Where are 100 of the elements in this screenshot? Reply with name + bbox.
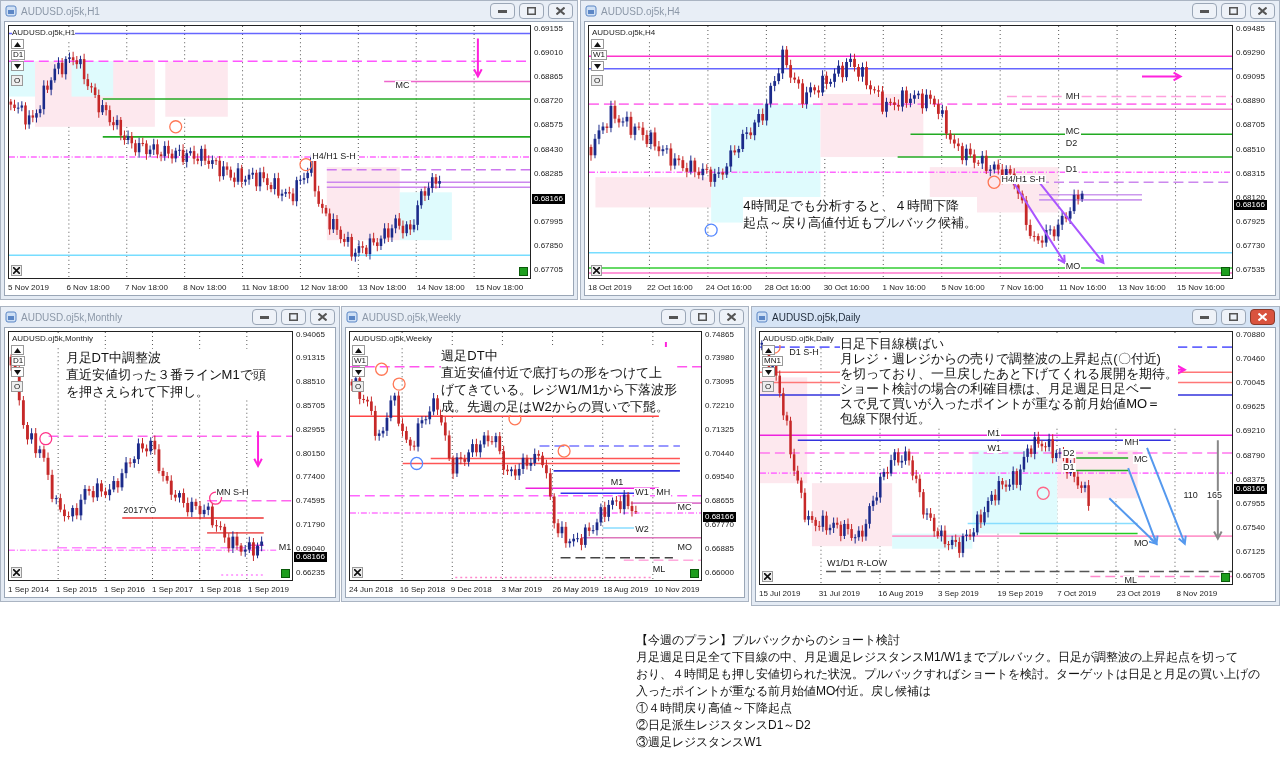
maximize-button[interactable] <box>690 309 715 325</box>
scroll-up-button[interactable] <box>11 39 24 49</box>
time-axis-label: 15 Jul 2019 <box>758 588 802 600</box>
minimize-button[interactable] <box>490 3 515 19</box>
plan-paragraph: 月足週足日足全て下目線の中、月足週足レジスタンスM1/W1までプルバック。日足が調整波の上昇起点を切って おり、４時間足も押し安値切られた状況。プルバックすればショートを検討。ターゲットは日足と月足の買い上げの 入ったポイントが重なる前月始値MO付近。戻し候補は <box>636 649 1260 700</box>
timeframe-button[interactable]: D1 <box>11 356 26 366</box>
triangle-down-icon <box>355 369 362 375</box>
minimize-icon <box>260 315 269 319</box>
status-indicator <box>1221 573 1230 582</box>
maximize-button[interactable] <box>281 309 306 325</box>
triangle-up-icon <box>765 347 772 353</box>
timeframe-button[interactable]: W1 <box>352 356 368 366</box>
close-chart-button[interactable] <box>352 567 363 578</box>
time-axis-label: 12 Nov 18:00 <box>299 282 349 294</box>
scroll-down-button[interactable] <box>591 61 604 71</box>
time-axis-label: 1 Sep 2016 <box>103 584 146 596</box>
circle-marker <box>987 175 1001 189</box>
time-axis-label: 19 Sep 2019 <box>996 588 1044 600</box>
maximize-icon <box>698 313 707 321</box>
scroll-down-button[interactable] <box>762 367 775 377</box>
line-label: MC <box>676 503 693 513</box>
shaded-zone <box>165 61 228 117</box>
scroll-up-button[interactable] <box>352 345 365 355</box>
close-chart-button[interactable] <box>762 571 773 582</box>
timeframe-button[interactable]: MN1 <box>762 356 783 366</box>
price-axis-label: 0.67730 <box>1236 242 1265 251</box>
maximize-button[interactable] <box>1221 309 1246 325</box>
time-axis-label: 24 Jun 2018 <box>348 584 395 596</box>
minimize-button[interactable] <box>661 309 686 325</box>
close-chart-button[interactable] <box>11 265 22 276</box>
price-axis-label: 0.66885 <box>705 544 734 553</box>
status-indicator <box>281 569 290 578</box>
circle-marker <box>39 431 53 446</box>
time-axis-label: 6 Nov 18:00 <box>65 282 111 294</box>
close-chart-button[interactable] <box>591 265 602 276</box>
price-axis-label: 0.68575 <box>534 121 563 130</box>
minimize-button[interactable] <box>252 309 277 325</box>
option-button[interactable]: O <box>352 381 365 392</box>
price-axis-label: 0.70880 <box>1236 330 1265 339</box>
chart-symbol-label: AUDUSD.oj5k,Monthly <box>12 333 93 345</box>
close-icon <box>593 267 600 274</box>
minimize-button[interactable] <box>1192 3 1217 19</box>
price-axis-label: 0.66000 <box>705 568 734 577</box>
scroll-down-button[interactable] <box>11 367 24 377</box>
maximize-button[interactable] <box>519 3 544 19</box>
price-level-line <box>1075 457 1129 459</box>
scroll-down-button[interactable] <box>11 61 24 71</box>
close-button[interactable] <box>310 309 335 325</box>
close-button[interactable] <box>1250 309 1275 325</box>
time-axis-label: 30 Oct 16:00 <box>822 282 871 294</box>
option-button[interactable]: O <box>11 75 24 86</box>
price-axis-label: 0.68720 <box>534 97 563 106</box>
price-axis-label: 0.66705 <box>1236 572 1265 581</box>
maximize-icon <box>289 313 298 321</box>
line-label: MH <box>1123 437 1140 447</box>
plan-list-item: ②日足派生レジスタンスD1～D2 <box>636 717 812 734</box>
price-axis-label: 0.70460 <box>1236 354 1265 363</box>
minimize-icon <box>498 9 507 13</box>
option-button[interactable]: O <box>11 381 24 392</box>
time-axis-label: 10 Nov 2019 <box>653 584 701 596</box>
time-axis-label: 24 Oct 16:00 <box>704 282 753 294</box>
maximize-button[interactable] <box>1221 3 1246 19</box>
line-label: MH <box>1064 91 1081 101</box>
price-axis-label: 0.85705 <box>296 401 325 410</box>
scroll-up-button[interactable] <box>762 345 775 355</box>
time-axis-label: 13 Nov 16:00 <box>1117 282 1167 294</box>
plan-list-item: ①４時間戻り高値～下降起点 <box>636 700 793 717</box>
triangle-up-icon <box>14 347 21 353</box>
time-axis-label: 14 Nov 18:00 <box>416 282 466 294</box>
price-axis-label: 0.68890 <box>1236 97 1265 106</box>
price-axis-label: 0.68375 <box>1236 475 1265 484</box>
time-axis-label: 18 Oct 2019 <box>587 282 633 294</box>
circle-marker <box>1036 486 1050 500</box>
price-axis-label: 0.74595 <box>296 497 325 506</box>
time-axis-label: 23 Oct 2019 <box>1115 588 1162 600</box>
close-button[interactable] <box>719 309 744 325</box>
price-tag: 0.68166 <box>1234 484 1267 494</box>
scroll-up-button[interactable] <box>11 345 24 355</box>
timeframe-button[interactable]: D1 <box>11 50 26 60</box>
time-axis-label: 16 Sep 2018 <box>398 584 447 596</box>
close-button[interactable] <box>548 3 573 19</box>
line-label: MO <box>1132 538 1150 548</box>
price-axis-label: 0.88510 <box>296 378 325 387</box>
chart-note: 日足下目線横ばい 月レジ・週レジからの売りで調整波の上昇起点(〇付近) を切っており、一旦戻したあと下げてくれる展開を期待。 ショート検討の場合の利確目標は、月足週足日足ベー スで見て買いが入ったポイントが重なる前月始値MO＝ 包線下限付近。 <box>840 335 1179 426</box>
line-label: ML <box>1123 576 1138 584</box>
option-button[interactable]: O <box>591 75 604 86</box>
close-chart-button[interactable] <box>11 567 22 578</box>
option-button[interactable]: O <box>762 381 775 392</box>
time-axis-label: 15 Nov 16:00 <box>1176 282 1226 294</box>
time-axis-label: 7 Nov 16:00 <box>999 282 1045 294</box>
scroll-down-button[interactable] <box>352 367 365 377</box>
circle-marker <box>704 223 718 237</box>
scroll-up-button[interactable] <box>591 39 604 49</box>
minimize-button[interactable] <box>1192 309 1217 325</box>
window-icon <box>346 311 358 323</box>
close-button[interactable] <box>1250 3 1275 19</box>
timeframe-button[interactable]: W1 <box>591 50 607 60</box>
status-indicator <box>690 569 699 578</box>
triangle-up-icon <box>355 347 362 353</box>
close-icon <box>1258 313 1267 321</box>
